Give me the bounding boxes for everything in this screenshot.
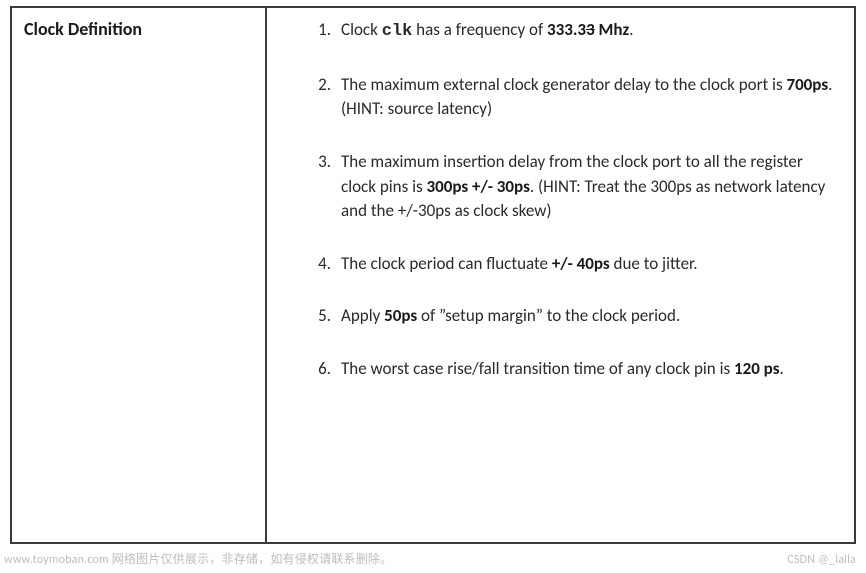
text: due to jitter. bbox=[610, 253, 698, 274]
list-item: The maximum insertion delay from the clo… bbox=[275, 150, 836, 224]
text: has a frequency of bbox=[412, 19, 547, 40]
list-item: Clock clk has a frequency of 333.33 Mhz. bbox=[275, 18, 836, 45]
row-heading: Clock Definition bbox=[24, 18, 253, 40]
bold-text: Mhz bbox=[595, 19, 630, 40]
watermark-left: www.toymoban.com 网络图片仅供展示，非存储，如有侵权请联系删除。 bbox=[4, 550, 392, 567]
definition-list: Clock clk has a frequency of 333.33 Mhz.… bbox=[275, 18, 836, 382]
text: . bbox=[629, 19, 633, 40]
text: The worst case rise/fall transition time… bbox=[341, 358, 734, 379]
list-item: The maximum external clock generator del… bbox=[275, 73, 836, 122]
text: Apply bbox=[341, 305, 384, 326]
text: of ”setup margin” to the clock period. bbox=[417, 305, 680, 326]
bold-text: +/- 40ps bbox=[552, 253, 610, 274]
code-text: clk bbox=[382, 22, 413, 41]
left-column: Clock Definition bbox=[12, 8, 267, 542]
bold-text: 333.3 bbox=[547, 19, 586, 40]
right-column: Clock clk has a frequency of 333.33 Mhz.… bbox=[267, 8, 854, 542]
list-item: The clock period can fluctuate +/- 40ps … bbox=[275, 252, 836, 277]
bold-text: 50ps bbox=[384, 305, 417, 326]
bold-text: 700ps bbox=[786, 74, 828, 95]
strike-text: 3 bbox=[586, 19, 595, 40]
list-item: Apply 50ps of ”setup margin” to the cloc… bbox=[275, 304, 836, 329]
definition-table: Clock Definition Clock clk has a frequen… bbox=[10, 6, 856, 544]
watermark-right: CSDN @_lalla bbox=[787, 553, 856, 567]
text: The maximum external clock generator del… bbox=[341, 74, 786, 95]
text: . bbox=[779, 358, 783, 379]
bold-text: 120 ps bbox=[734, 358, 780, 379]
bold-text: 300ps +/- 30ps bbox=[426, 176, 529, 197]
text: Clock bbox=[341, 19, 382, 40]
list-item: The worst case rise/fall transition time… bbox=[275, 357, 836, 382]
text: The clock period can fluctuate bbox=[341, 253, 552, 274]
